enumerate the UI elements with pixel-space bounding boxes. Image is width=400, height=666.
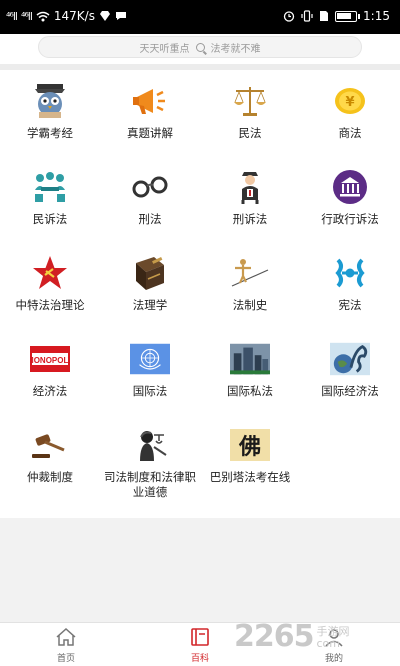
category-label: 学霸考经 bbox=[27, 126, 73, 140]
category-label: 民诉法 bbox=[32, 212, 68, 226]
search-icon bbox=[195, 42, 205, 52]
watermark-suffix: 手游网 com bbox=[317, 626, 350, 654]
sim-icon bbox=[320, 11, 329, 21]
alarm-icon bbox=[283, 11, 295, 22]
category-label: 司法制度和法律职业道德 bbox=[104, 470, 196, 499]
category-item[interactable]: 佛 巴别塔法考在线 bbox=[200, 414, 300, 500]
category-item[interactable]: 国际私法 bbox=[200, 328, 300, 414]
vibrate-icon bbox=[301, 10, 313, 22]
category-item[interactable]: 真题讲解 bbox=[100, 70, 200, 156]
svg-text:¥: ¥ bbox=[345, 95, 354, 110]
home-icon bbox=[56, 627, 76, 646]
government-building-icon bbox=[330, 168, 370, 206]
category-item[interactable]: ¥ 商法 bbox=[300, 70, 400, 156]
watermark-logo: 2265 手游网 com bbox=[234, 614, 394, 654]
signal-icon-2: ⁴⁶ll bbox=[20, 9, 33, 23]
category-item[interactable]: 刑法 bbox=[100, 156, 200, 242]
battery-icon bbox=[335, 10, 361, 22]
battery-fill bbox=[337, 12, 352, 19]
diamond-icon bbox=[99, 11, 110, 21]
search-bar: 天天听重点 法考就不难 bbox=[0, 34, 400, 64]
gavel-icon bbox=[30, 426, 70, 464]
category-label: 刑诉法 bbox=[232, 212, 268, 226]
category-item[interactable]: 刑诉法 bbox=[200, 156, 300, 242]
chat-icon bbox=[115, 12, 126, 20]
search-input[interactable]: 天天听重点 法考就不难 bbox=[38, 36, 362, 58]
category-item[interactable]: 法理学 bbox=[100, 242, 200, 328]
category-label: 商法 bbox=[338, 126, 362, 140]
category-item[interactable]: 学霸考经 bbox=[0, 70, 100, 156]
category-item[interactable]: 国际法 bbox=[100, 328, 200, 414]
category-label: 国际经济法 bbox=[321, 384, 379, 398]
category-grid: 学霸考经 真题讲解 民法 ¥ 商法 民诉法 刑法 刑诉法 行政行诉法 中特法治理… bbox=[0, 70, 400, 518]
scales-icon bbox=[230, 82, 270, 120]
tab-home-label: 首页 bbox=[56, 654, 75, 664]
globe-dragon-icon bbox=[330, 340, 370, 378]
yen-coin-icon: ¥ bbox=[330, 82, 370, 120]
tab-home[interactable]: 首页 bbox=[36, 627, 96, 665]
monopoly-icon: MONOPOLY bbox=[30, 340, 70, 378]
watermark-number: 2265 bbox=[234, 619, 314, 654]
justice-statue-icon bbox=[130, 426, 170, 464]
category-item[interactable]: 仲裁制度 bbox=[0, 414, 100, 500]
category-item[interactable]: 中特法治理论 bbox=[0, 242, 100, 328]
book-icon bbox=[191, 628, 209, 646]
babel-logo-icon: 佛 bbox=[230, 426, 270, 464]
tab-encyclopedia[interactable]: 百科 bbox=[170, 627, 230, 665]
category-label: 宪法 bbox=[338, 298, 362, 312]
un-flag-icon bbox=[130, 340, 170, 378]
category-item[interactable]: 法制史 bbox=[200, 242, 300, 328]
category-label: 中特法治理论 bbox=[15, 298, 85, 312]
category-item[interactable]: 民诉法 bbox=[0, 156, 100, 242]
meeting-people-icon bbox=[30, 168, 70, 206]
handcuffs-icon bbox=[130, 168, 170, 206]
category-label: 巴别塔法考在线 bbox=[209, 470, 291, 484]
watermark-suffix-bottom: com bbox=[316, 637, 341, 650]
category-item[interactable]: 宪法 bbox=[300, 242, 400, 328]
megaphone-icon bbox=[130, 82, 170, 120]
category-item[interactable]: 行政行诉法 bbox=[300, 156, 400, 242]
category-label: 经济法 bbox=[32, 384, 68, 398]
status-left: ⁴⁶ll ⁴⁶ll 147K/s bbox=[6, 9, 127, 23]
clock: 1:15 bbox=[363, 9, 390, 23]
status-bar: ⁴⁶ll ⁴⁶ll 147K/s 1:15 bbox=[0, 0, 400, 34]
category-label: 法理学 bbox=[132, 298, 168, 312]
category-label: 国际法 bbox=[132, 384, 168, 398]
wifi-icon bbox=[36, 11, 50, 21]
officer-icon bbox=[230, 168, 270, 206]
signal-icon-1: ⁴⁶ll bbox=[6, 9, 18, 23]
svg-text:MONOPOLY: MONOPOLY bbox=[30, 356, 70, 365]
law-book-icon bbox=[130, 254, 170, 292]
svg-text:佛: 佛 bbox=[238, 434, 261, 460]
category-label: 刑法 bbox=[138, 212, 162, 226]
status-right: 1:15 bbox=[283, 9, 390, 23]
category-label: 真题讲解 bbox=[127, 126, 173, 140]
red-star-icon bbox=[30, 254, 70, 292]
tightrope-icon bbox=[230, 254, 270, 292]
constitution-emblem-icon bbox=[330, 254, 370, 292]
category-label: 国际私法 bbox=[227, 384, 273, 398]
search-hint-left: 天天听重点 bbox=[139, 43, 190, 55]
scholar-owl-icon bbox=[30, 82, 70, 120]
city-skyline-icon bbox=[230, 340, 270, 378]
tab-encyclopedia-label: 百科 bbox=[190, 654, 209, 664]
category-item[interactable]: MONOPOLY 经济法 bbox=[0, 328, 100, 414]
category-item[interactable]: 司法制度和法律职业道德 bbox=[100, 414, 200, 500]
search-hint-right: 法考就不难 bbox=[210, 43, 261, 55]
category-item[interactable]: 民法 bbox=[200, 70, 300, 156]
category-item[interactable]: 国际经济法 bbox=[300, 328, 400, 414]
category-label: 民法 bbox=[238, 126, 262, 140]
category-label: 仲裁制度 bbox=[27, 470, 73, 484]
category-label: 行政行诉法 bbox=[321, 212, 379, 226]
network-speed: 147K/s bbox=[53, 9, 95, 23]
category-label: 法制史 bbox=[232, 298, 268, 312]
